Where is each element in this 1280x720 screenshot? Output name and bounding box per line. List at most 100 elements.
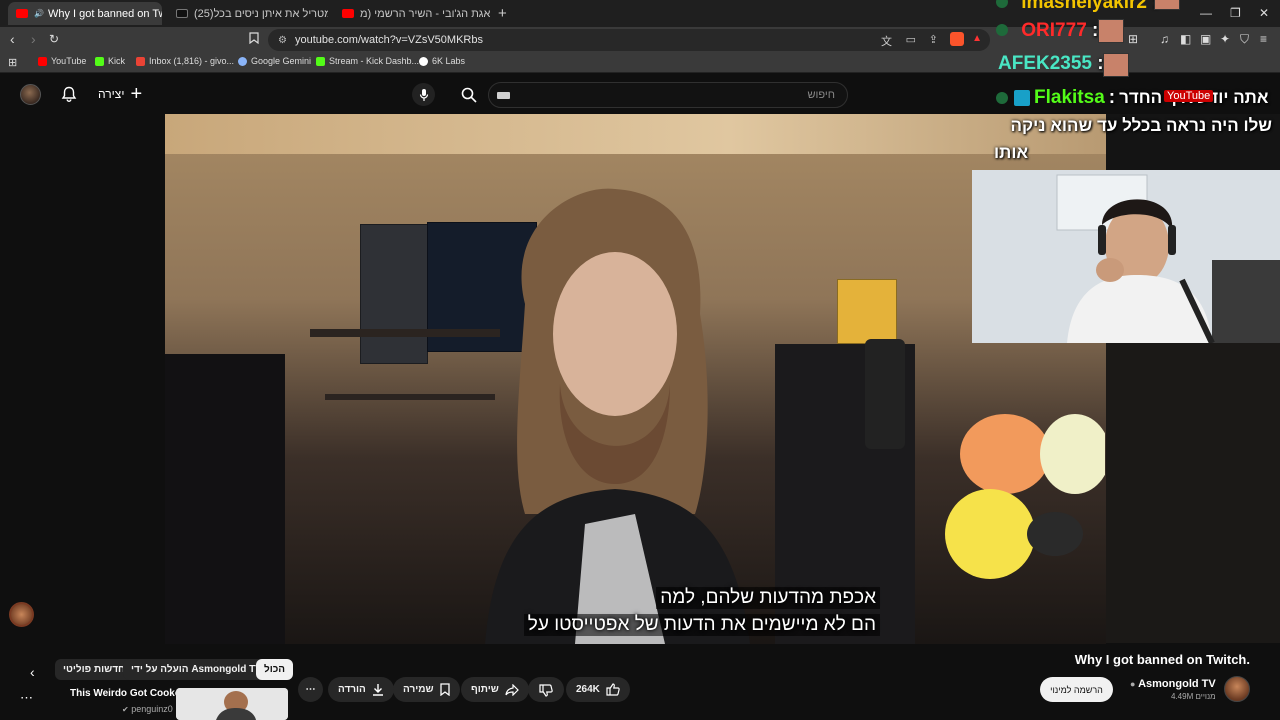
new-tab-icon[interactable]: + <box>498 5 507 22</box>
audio-icon[interactable]: 🔊 <box>34 9 44 18</box>
url-text: youtube.com/watch?v=VZsV50MKRbs <box>294 34 483 46</box>
channel-name-text: Asmongold TV <box>1138 678 1216 690</box>
minimize-icon[interactable]: — <box>1200 6 1212 20</box>
close-window-icon[interactable]: ✕ <box>1259 6 1269 20</box>
chat-message-line: אותו <box>994 143 1029 162</box>
youtube-favicon-icon <box>342 9 354 18</box>
bookmark-kick[interactable]: Kick <box>95 56 125 66</box>
bookmark-6k-labs[interactable]: 6K Labs <box>419 56 465 66</box>
like-count: 264K <box>576 684 600 695</box>
chat-emote <box>1154 0 1180 10</box>
maximize-icon[interactable]: ❐ <box>1230 6 1241 20</box>
chips-scroll-left-icon[interactable]: ‹ <box>30 664 35 680</box>
create-button[interactable]: יצירה + <box>98 84 142 104</box>
reload-icon[interactable]: ↻ <box>49 32 59 46</box>
screen: 🔊 Why I got banned on Twitch. ✕ (25)רונן… <box>0 0 1280 720</box>
bookmark-youtube[interactable]: YouTube <box>38 56 86 66</box>
chat-emote <box>1098 19 1124 43</box>
recommendation-thumbnail[interactable] <box>176 688 288 720</box>
brave-rewards-icon[interactable]: ▲ <box>972 33 982 44</box>
search-input[interactable]: חיפוש <box>488 82 848 108</box>
stream-overlay-panel <box>1106 343 1280 643</box>
address-bar[interactable]: ⚙ youtube.com/watch?v=VZsV50MKRbs 文 ▭ ⇪ … <box>268 29 990 51</box>
share-page-icon[interactable]: ⇪ <box>929 33 938 46</box>
streamer-facecam <box>972 170 1280 343</box>
account-avatar[interactable] <box>20 84 41 105</box>
media-icon[interactable]: ♫ <box>1160 32 1169 46</box>
bookmark-kick-dashboard[interactable]: Stream - Kick Dashb... <box>316 56 419 66</box>
bookmark-label: Inbox (1,816) - givo... <box>149 56 235 66</box>
bookmark-label: YouTube <box>51 56 87 66</box>
back-icon[interactable]: ‹ <box>10 31 15 47</box>
share-button[interactable]: שיתוף <box>461 677 529 702</box>
more-actions-button[interactable]: ⋯ <box>298 677 323 702</box>
wall-poster <box>837 279 897 344</box>
chat-message-text: אותו <box>994 143 1028 163</box>
streamer-figure <box>465 184 755 644</box>
chip-uploaded-by[interactable]: הועלה על ידי Asmongold TV <box>123 659 270 680</box>
sidebar-icon[interactable]: ◧ <box>1180 32 1191 46</box>
chat-username: Flakitsa <box>1034 87 1105 108</box>
tab-title: Why I got banned on Twitch. <box>47 7 162 20</box>
search-button[interactable] <box>452 82 486 108</box>
bookmark-gemini[interactable]: Google Gemini <box>238 56 311 66</box>
apps-grid-icon[interactable]: ⊞ <box>8 56 17 69</box>
brave-shield-icon[interactable] <box>950 32 964 46</box>
translate-icon[interactable]: 文 <box>881 33 892 49</box>
tab-title: (25)רונן גיני מטריל את איתן ניסים בכל... <box>194 7 328 20</box>
tab-2[interactable]: (25)רונן גיני מטריל את איתן ניסים בכל... <box>168 2 328 25</box>
site-info-icon[interactable]: ⚙ <box>278 35 287 46</box>
extension-icon[interactable]: ⊞ <box>1128 32 1138 46</box>
thumbs-down-icon <box>539 683 553 697</box>
microphone-icon <box>419 88 428 101</box>
leo-ai-icon[interactable]: ✦ <box>1220 32 1230 46</box>
keyboard-icon[interactable] <box>497 92 510 99</box>
download-label: הורדה <box>338 684 366 695</box>
wall-poster <box>360 224 428 364</box>
channel-name[interactable]: ● Asmongold TV <box>1130 678 1216 690</box>
chat-badge-icon <box>996 92 1008 104</box>
menu-icon[interactable]: ≡ <box>1260 32 1267 46</box>
video-player[interactable]: אכפת מהדעות שלהם, למה הם לא מיישמים את ה… <box>165 114 1106 644</box>
tab-active[interactable]: 🔊 Why I got banned on Twitch. ✕ <box>8 2 162 25</box>
recommendation-channel-name: penguinz0 <box>131 704 173 714</box>
kick-icon <box>316 56 325 66</box>
bookmark-gmail[interactable]: Inbox (1,816) - givo... <box>136 56 234 66</box>
channel-avatar[interactable] <box>1224 676 1250 702</box>
wallet-icon[interactable]: ▣ <box>1200 32 1211 46</box>
subscribe-button[interactable]: הרשמה למינוי <box>1040 677 1113 702</box>
subscribe-label: הרשמה למינוי <box>1050 684 1103 695</box>
vpn-icon[interactable]: ⛉ <box>1240 32 1249 47</box>
monitor <box>165 354 285 644</box>
like-button[interactable]: 264K <box>566 677 630 702</box>
bookmark-label: Google Gemini <box>251 56 312 66</box>
chip-all[interactable]: הכול <box>256 659 294 680</box>
chat-message: AFEK2355 : <box>998 53 1104 75</box>
chip-political-news[interactable]: חדשות פוליטי <box>55 659 134 680</box>
more-options-icon[interactable]: ⋯ <box>20 690 34 706</box>
bookmark-icon[interactable] <box>249 32 259 44</box>
chat-separator: : <box>1108 87 1116 108</box>
chat-message: ORI777 : <box>996 20 1098 42</box>
more-icon: ⋯ <box>305 684 316 695</box>
notifications-bell-icon[interactable] <box>61 86 77 103</box>
download-button[interactable]: הורדה <box>328 677 394 702</box>
bottle <box>865 339 905 449</box>
gemini-icon <box>238 56 247 66</box>
share-label: שיתוף <box>471 684 499 695</box>
chat-message: imashelyakir2 : <box>996 0 1159 14</box>
recommendation-title[interactable]: This Weirdo Got Cooked <box>70 688 186 699</box>
dislike-button[interactable] <box>528 677 564 702</box>
cast-icon[interactable]: ▭ <box>906 33 916 46</box>
tab-3[interactable]: מבצע שאגת הג'ובי - השיר הרשמי (מ... <box>334 2 490 25</box>
chip-label: חדשות פוליטי <box>63 664 126 675</box>
download-icon <box>372 684 383 696</box>
chat-emote <box>1103 53 1129 77</box>
forward-icon[interactable]: › <box>31 31 36 47</box>
chat-message: Flakitsa : אתה יודע איך החדר <box>996 87 1268 109</box>
search-icon <box>461 87 477 103</box>
voice-search-button[interactable] <box>412 83 435 106</box>
verified-icon: ✔ <box>122 705 129 714</box>
bookmark-label: 6K Labs <box>432 56 466 66</box>
save-button[interactable]: שמירה <box>393 677 460 702</box>
